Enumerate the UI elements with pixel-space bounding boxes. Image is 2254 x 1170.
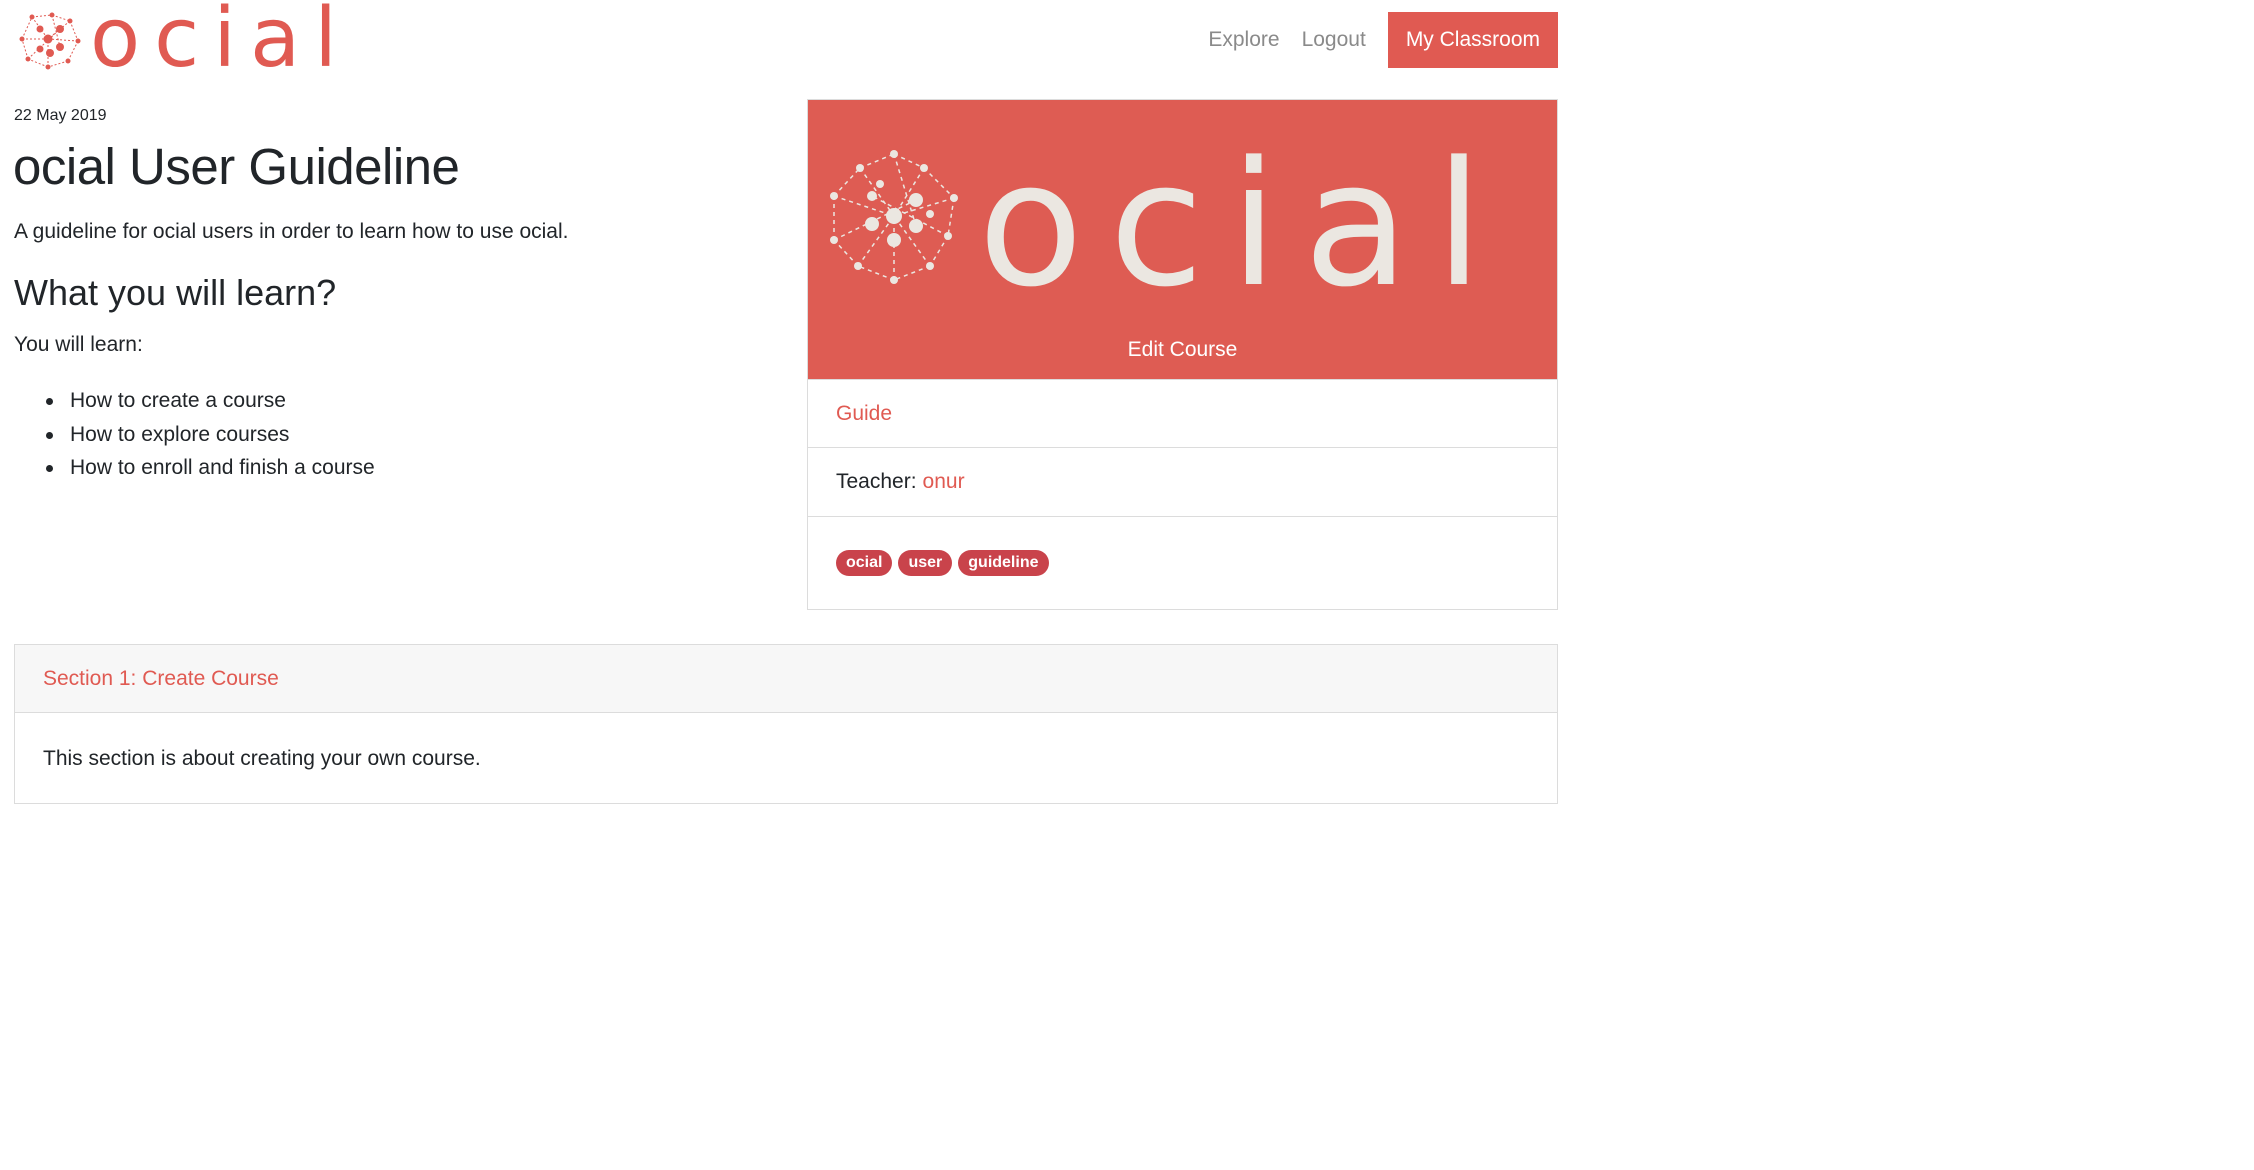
tag-badge[interactable]: user xyxy=(898,550,953,576)
learn-list-item: How to explore courses xyxy=(46,422,375,456)
course-tags-row: ocial user guideline xyxy=(808,516,1557,609)
nav-links: Explore Logout My Classroom xyxy=(1208,12,1558,68)
my-classroom-button[interactable]: My Classroom xyxy=(1387,12,1558,68)
navbar: ocial Explore Logout My Classroom xyxy=(0,0,1560,82)
section-title[interactable]: Section 1: Create Course xyxy=(15,645,1557,713)
banner-wordmark: ocial xyxy=(978,144,1509,304)
learn-intro: You will learn: xyxy=(14,333,143,356)
course-title: ocial User Guideline xyxy=(13,138,460,195)
tag-badge[interactable]: ocial xyxy=(836,550,893,576)
learn-list-item: How to create a course xyxy=(46,388,375,422)
nav-logout-link[interactable]: Logout xyxy=(1302,28,1366,52)
course-teacher-row: Teacher: onur xyxy=(808,447,1557,516)
course-card: ocial Edit Course Guide Teacher: onur oc… xyxy=(807,99,1558,610)
section-body: This section is about creating your own … xyxy=(43,747,481,770)
course-banner-logo-icon: ocial xyxy=(830,144,1509,304)
course-category-link[interactable]: Guide xyxy=(808,379,1557,447)
course-date: 22 May 2019 xyxy=(14,107,107,124)
brand-wordmark: ocial xyxy=(90,0,352,86)
brand-logo[interactable]: ocial xyxy=(18,0,352,86)
network-logo-icon xyxy=(19,12,81,70)
tag-badge[interactable]: guideline xyxy=(958,550,1049,576)
course-section-panel: Section 1: Create Course This section is… xyxy=(14,644,1558,804)
nav-explore-link[interactable]: Explore xyxy=(1208,28,1279,52)
edit-course-link[interactable]: Edit Course xyxy=(808,338,1557,362)
course-banner: ocial Edit Course xyxy=(808,100,1557,379)
learn-heading: What you will learn? xyxy=(14,272,337,313)
course-description: A guideline for ocial users in order to … xyxy=(14,220,569,243)
teacher-label: Teacher: xyxy=(836,470,917,493)
teacher-name-link[interactable]: onur xyxy=(923,470,965,494)
learn-list-item: How to enroll and finish a course xyxy=(46,455,375,489)
learn-list: How to create a course How to explore co… xyxy=(46,388,375,489)
